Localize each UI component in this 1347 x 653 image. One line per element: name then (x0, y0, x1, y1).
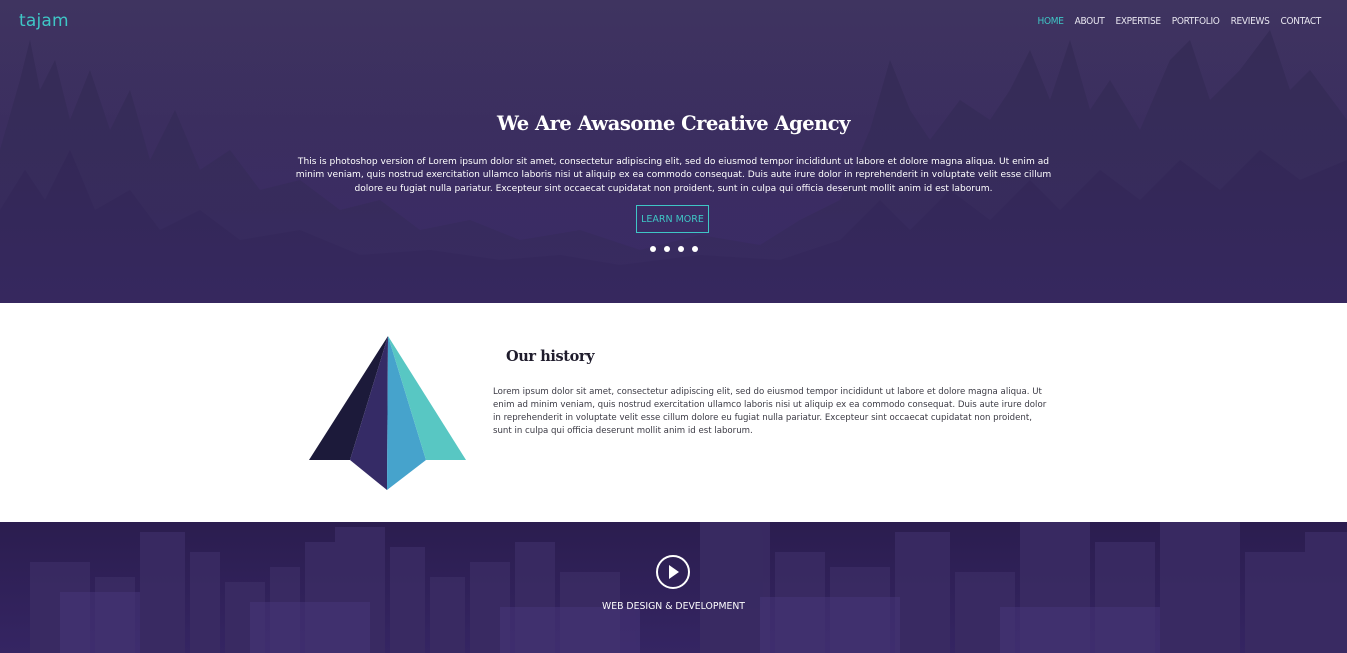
nav-item-home[interactable]: HOME (1038, 16, 1064, 27)
video-section: WEB DESIGN & DEVELOPMENT (0, 522, 1347, 653)
history-text: Lorem ipsum dolor sit amet, consectetur … (493, 387, 1047, 436)
hero-section: tajam HOME ABOUT EXPERTISE PORTFOLIO REV… (0, 0, 1347, 303)
nav-item-about[interactable]: ABOUT (1075, 16, 1105, 27)
slider-dot-1[interactable] (650, 246, 656, 252)
nav-item-reviews[interactable]: REVIEWS (1231, 16, 1270, 27)
slider-dot-3[interactable] (678, 246, 684, 252)
slider-dot-2[interactable] (664, 246, 670, 252)
learn-more-button[interactable]: LEARN MORE (636, 205, 709, 233)
nav-item-contact[interactable]: CONTACT (1281, 16, 1322, 27)
nav-item-portfolio[interactable]: PORTFOLIO (1172, 16, 1220, 27)
nav-item-expertise[interactable]: EXPERTISE (1115, 16, 1161, 27)
history-section: Our history Lorem ipsum dolor sit amet, … (0, 303, 1347, 522)
main-nav: HOME ABOUT EXPERTISE PORTFOLIO REVIEWS C… (1038, 16, 1322, 27)
slider-dots (650, 246, 698, 252)
pyramid-illustration (309, 336, 466, 490)
history-title: Our history (506, 348, 595, 365)
video-label: WEB DESIGN & DEVELOPMENT (602, 601, 745, 612)
play-icon (669, 565, 679, 579)
brand-logo[interactable]: tajam (19, 11, 69, 31)
slider-dot-4[interactable] (692, 246, 698, 252)
hero-title: We Are Awasome Creative Agency (496, 112, 851, 135)
hero-description: This is photoshop version of Lorem ipsum… (295, 157, 1052, 194)
forest-background (0, 0, 1347, 303)
play-video-button[interactable] (656, 555, 690, 589)
